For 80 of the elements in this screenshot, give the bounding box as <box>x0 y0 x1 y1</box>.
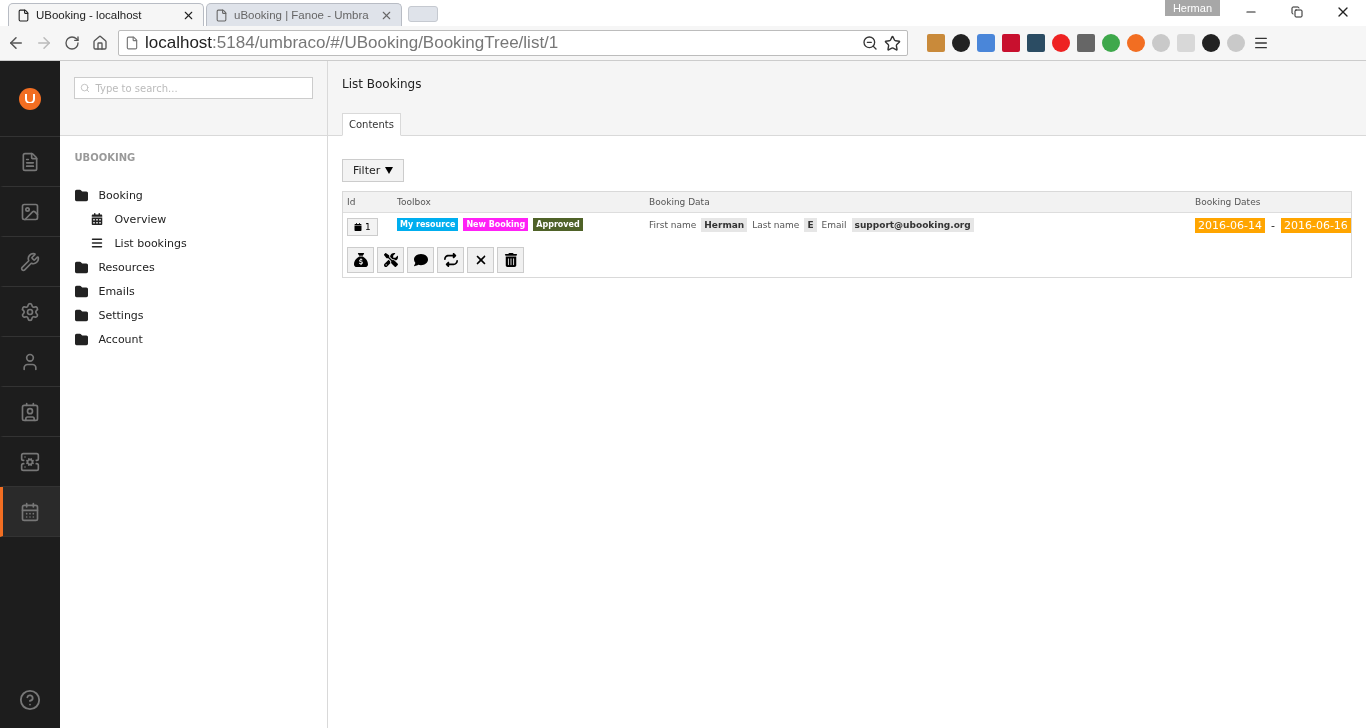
folder-icon <box>74 284 89 298</box>
id-button[interactable]: 1 <box>347 218 378 236</box>
content-icon <box>20 151 41 172</box>
date-separator: - <box>1270 219 1275 232</box>
tree-item-label: Emails <box>98 284 135 298</box>
folder-icon <box>74 332 89 346</box>
column-header: Id <box>343 192 393 213</box>
tree-item[interactable]: Resources <box>60 255 327 279</box>
list-icon <box>90 237 105 249</box>
browser-tab[interactable]: UBooking - localhost <box>8 3 204 26</box>
speech-bubble-icon <box>413 253 428 267</box>
search-field[interactable]: Type to search... <box>74 77 313 99</box>
page-icon <box>17 8 30 22</box>
tree-item-label: Account <box>98 332 143 346</box>
tree-item-label: Settings <box>98 308 144 322</box>
forms-icon <box>20 451 41 472</box>
filter-button[interactable]: Filter <box>342 159 405 182</box>
page-title: List Bookings <box>342 77 423 91</box>
start-date: 2016-06-14 <box>1195 218 1265 233</box>
folder-icon <box>74 308 89 322</box>
media-icon <box>20 201 41 222</box>
calendar-icon <box>90 213 105 225</box>
tree-item[interactable]: Overview <box>60 207 327 231</box>
browser-tab[interactable]: uBooking | Fanoe - Umbra <box>206 3 402 26</box>
field-value: Herman <box>701 218 748 232</box>
search-icon <box>80 83 91 93</box>
status-tag: New Booking <box>463 218 529 231</box>
zoom-out-icon[interactable] <box>862 35 878 51</box>
action-button[interactable] <box>467 247 494 273</box>
tree-item[interactable]: List bookings <box>60 231 327 255</box>
tree-item-label: Overview <box>114 212 167 226</box>
tree-item[interactable]: Account <box>60 327 327 351</box>
extension-icon[interactable] <box>952 34 970 52</box>
column-header: Toolbox <box>393 192 645 213</box>
caret-icon <box>385 167 394 174</box>
tree-item[interactable]: Settings <box>60 303 327 327</box>
status-tag: My resource <box>397 218 459 231</box>
star-icon[interactable] <box>884 34 901 52</box>
content-tab[interactable]: Contents <box>342 113 401 136</box>
calendar-icon <box>354 223 362 231</box>
trash-icon <box>503 253 518 267</box>
field-label: Email <box>821 219 847 232</box>
tree-item[interactable]: Booking <box>60 183 327 207</box>
field-value: support@ubooking.org <box>851 218 974 232</box>
settings-icon <box>20 301 41 322</box>
tools-icon <box>383 253 398 267</box>
reload-button[interactable] <box>62 33 82 53</box>
developer-icon <box>20 251 41 272</box>
money-bag-icon <box>353 253 368 267</box>
repeat-arrows-icon <box>443 253 458 267</box>
action-button[interactable] <box>437 247 464 273</box>
folder-icon <box>74 188 89 202</box>
restore-icon <box>1291 6 1303 18</box>
tree-item-label: Booking <box>98 188 143 202</box>
field-label: First name <box>649 219 697 232</box>
tree-heading: UBOOKING <box>73 151 137 165</box>
booking-icon <box>20 501 41 522</box>
extension-icon[interactable] <box>1202 34 1220 52</box>
action-button[interactable] <box>497 247 524 273</box>
section-button[interactable] <box>0 487 61 537</box>
address-bar[interactable]: localhost:5184/umbraco/#/UBooking/BookingTree/list/1 <box>118 30 908 56</box>
column-header: Booking Data <box>645 192 1191 213</box>
logo-icon[interactable] <box>19 87 42 110</box>
help-icon[interactable] <box>19 689 42 711</box>
status-tag: Approved <box>533 218 583 231</box>
tree-item-label: Resources <box>98 260 155 274</box>
column-header: Booking Dates <box>1191 192 1351 213</box>
tree-item-label: List bookings <box>114 236 187 250</box>
action-button[interactable] <box>407 247 434 273</box>
page-icon <box>215 8 228 22</box>
action-button[interactable] <box>377 247 404 273</box>
home-button[interactable] <box>90 33 110 53</box>
action-button[interactable] <box>347 247 374 273</box>
end-date: 2016-06-16 <box>1280 218 1351 233</box>
tree-item[interactable]: Emails <box>60 279 327 303</box>
members-icon <box>20 401 41 422</box>
field-label: Last name <box>752 219 800 232</box>
page-icon <box>125 36 139 50</box>
field-value: E <box>804 218 817 232</box>
folder-icon <box>74 260 89 274</box>
